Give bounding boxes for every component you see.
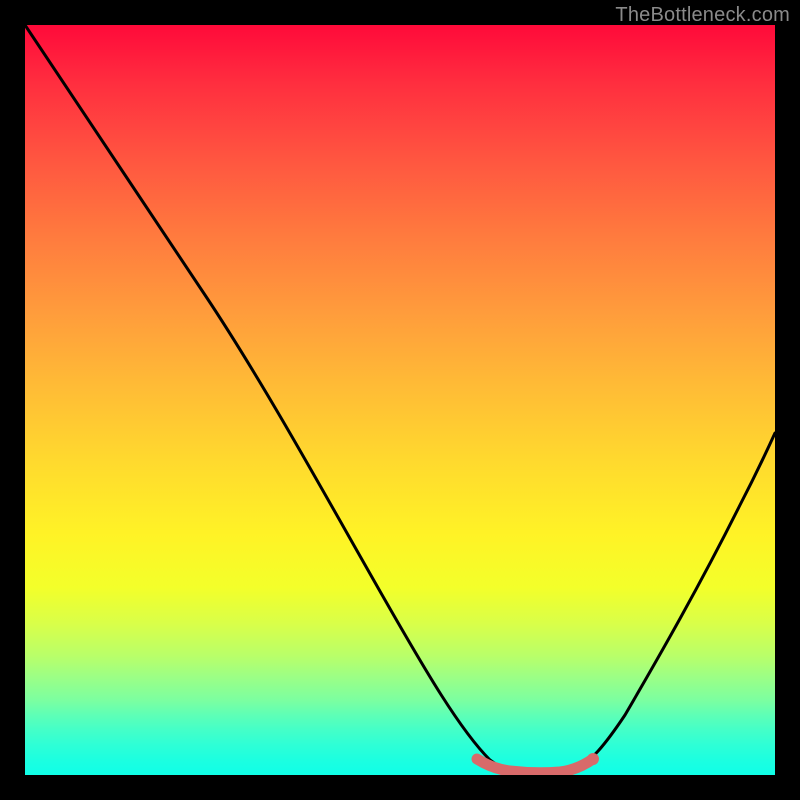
curve-layer xyxy=(25,25,775,775)
optimal-range-marker xyxy=(477,759,593,773)
optimal-range-end-dot xyxy=(587,753,599,765)
chart-container: TheBottleneck.com xyxy=(0,0,800,800)
bottleneck-curve xyxy=(25,25,775,773)
plot-area xyxy=(25,25,775,775)
watermark-text: TheBottleneck.com xyxy=(615,4,790,27)
